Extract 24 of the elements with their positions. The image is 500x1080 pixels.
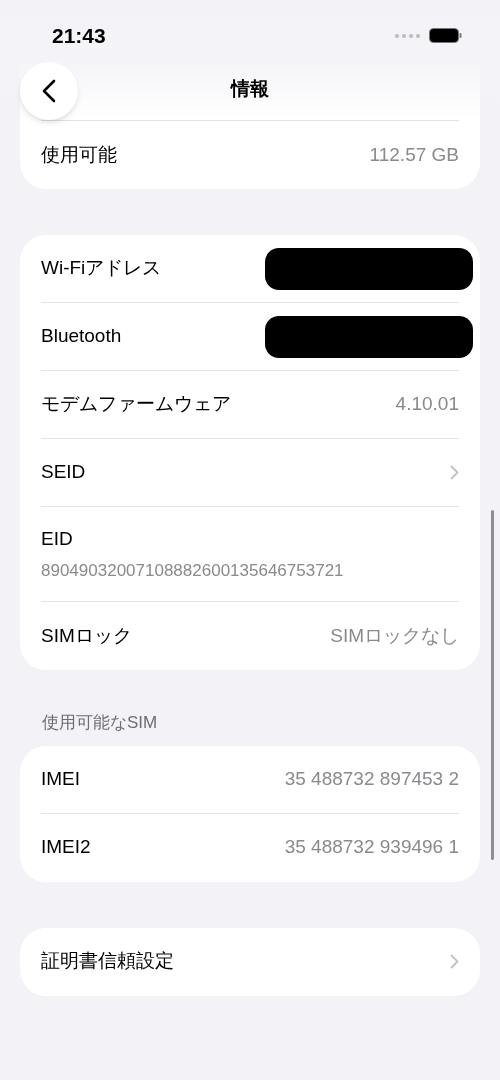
row-label: 使用可能 [41, 142, 117, 167]
nav-title: 情報 [231, 77, 269, 102]
row-value: 35 488732 897453 2 [284, 766, 459, 791]
section-header: 使用可能なSIM [42, 712, 159, 734]
signal-dots-icon [395, 33, 421, 38]
row-value: SIMロックなし [330, 623, 459, 648]
row-label: モデムファームウェア [41, 392, 231, 417]
row-label: IMEI2 [41, 835, 91, 860]
status-time: 21:43 [52, 23, 106, 49]
chevron-right-icon [450, 954, 459, 969]
settings-row[interactable]: SEID [41, 439, 459, 507]
row-label: EID [41, 527, 74, 551]
row-label: IMEI [41, 766, 81, 791]
row-value: 4.10.01 [395, 392, 459, 417]
battery-icon [429, 28, 462, 44]
row-label: SIMロック [41, 623, 132, 648]
row-label: Bluetooth [41, 324, 122, 349]
row-value: 112.57 GB [369, 142, 459, 167]
row-value: 35 488732 939496 1 [284, 835, 459, 860]
row-value: 89049032007108882600135646753721 [41, 559, 345, 582]
settings-row[interactable]: 証明書信頼設定 [41, 927, 459, 996]
row-label: Wi-Fiアドレス [41, 256, 162, 281]
chevron-right-icon [450, 465, 459, 480]
back-icon [42, 78, 56, 103]
